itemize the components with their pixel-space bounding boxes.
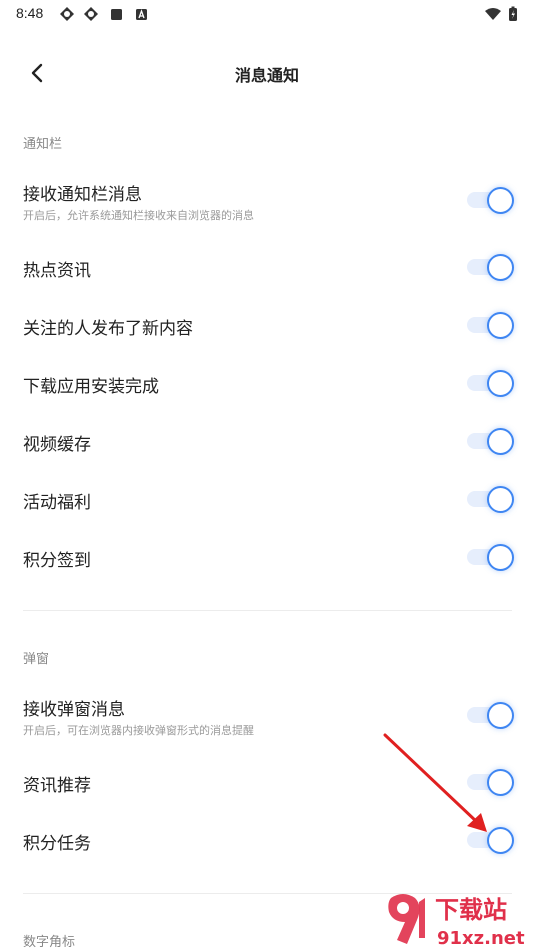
- toggle-knob: [487, 544, 514, 571]
- toggle-switch[interactable]: [467, 426, 515, 456]
- setting-row-receive-notification-bar[interactable]: 接收通知栏消息 开启后，允许系统通知栏接收来自浏览器的消息: [0, 176, 534, 228]
- toggle-knob: [487, 428, 514, 455]
- section-label-number-badge: 数字角标: [23, 935, 76, 950]
- status-bar: 8:48: [0, 0, 534, 28]
- setting-row-download-install-complete[interactable]: 下载应用安装完成: [0, 356, 534, 410]
- annotation-arrow-icon: [383, 733, 487, 832]
- toggle-knob: [487, 370, 514, 397]
- battery-charging-icon: [509, 6, 517, 21]
- wifi-icon: [485, 8, 501, 20]
- setting-row-video-cache[interactable]: 视频缓存: [0, 414, 534, 468]
- square-icon: [111, 9, 122, 20]
- page-title: 消息通知: [234, 66, 299, 85]
- toggle-knob: [487, 702, 514, 729]
- toggle-switch[interactable]: [467, 310, 515, 340]
- a-badge-icon: [136, 9, 147, 20]
- toggle-knob: [487, 312, 514, 339]
- setting-label: 接收通知栏消息: [23, 185, 142, 205]
- setting-label: 关注的人发布了新内容: [23, 319, 193, 339]
- setting-label: 活动福利: [23, 493, 91, 513]
- setting-label: 积分签到: [23, 551, 91, 571]
- toggle-switch[interactable]: [467, 484, 515, 514]
- setting-row-activity-benefits[interactable]: 活动福利: [0, 472, 534, 526]
- toggle-switch[interactable]: [467, 700, 515, 730]
- toggle-switch[interactable]: [467, 368, 515, 398]
- toggle-knob: [487, 486, 514, 513]
- setting-label: 资讯推荐: [23, 776, 91, 796]
- setting-row-points-checkin[interactable]: 积分签到: [0, 530, 534, 584]
- app-icon: [60, 7, 74, 21]
- setting-row-hot-news[interactable]: 热点资讯: [0, 240, 534, 294]
- setting-label: 下载应用安装完成: [23, 377, 159, 397]
- status-time: 8:48: [16, 5, 44, 21]
- setting-label: 接收弹窗消息: [23, 700, 125, 720]
- toggle-switch[interactable]: [467, 185, 515, 215]
- toggle-knob: [487, 187, 514, 214]
- section-label-popup: 弹窗: [23, 652, 50, 667]
- setting-row-followed-new-content[interactable]: 关注的人发布了新内容: [0, 298, 534, 352]
- setting-description: 开启后，可在浏览器内接收弹窗形式的消息提醒: [23, 724, 254, 737]
- section-label-notification-bar: 通知栏: [23, 137, 63, 152]
- app-icon: [84, 7, 98, 21]
- watermark-brand: 下载站: [435, 896, 507, 924]
- section-divider: [23, 610, 512, 611]
- setting-description: 开启后，允许系统通知栏接收来自浏览器的消息: [23, 209, 254, 222]
- toggle-knob: [487, 254, 514, 281]
- watermark-logo: 下载站 91xz.net: [388, 894, 525, 949]
- toggle-switch[interactable]: [467, 542, 515, 572]
- top-app-bar: 消息通知: [0, 44, 534, 104]
- watermark-url: 91xz.net: [437, 928, 525, 949]
- toggle-switch[interactable]: [467, 252, 515, 282]
- setting-label: 积分任务: [23, 834, 91, 854]
- setting-label: 视频缓存: [23, 435, 91, 455]
- setting-label: 热点资讯: [23, 261, 91, 281]
